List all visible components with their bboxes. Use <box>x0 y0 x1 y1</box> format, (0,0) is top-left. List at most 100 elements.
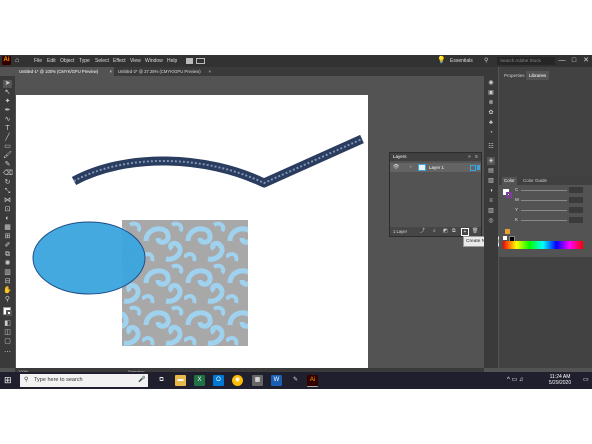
artboards-icon[interactable]: ▤ <box>487 167 495 175</box>
system-tray-icons[interactable]: ^ ▭ ♫ <box>507 375 523 386</box>
taskbar-clock[interactable]: 11:24 AM 5/29/2020 <box>540 374 580 386</box>
tab-properties[interactable]: Properties <box>501 71 528 80</box>
eraser-tool-icon[interactable]: ⌫ <box>3 170 13 178</box>
rotate-tool-icon[interactable]: ↻ <box>3 179 12 187</box>
calculator-icon[interactable]: ▦ <box>252 375 263 386</box>
menu-select[interactable]: Select <box>95 55 109 67</box>
file-explorer-icon[interactable]: ▬ <box>175 375 186 386</box>
menu-object[interactable]: Object <box>60 55 74 67</box>
tab-untitled-2[interactable]: Untitled-2* @ 37.28% (CMYK/GPU Preview) … <box>115 67 213 76</box>
tab-close-icon[interactable]: × <box>209 67 211 76</box>
tab-color[interactable]: Color <box>502 177 517 185</box>
collapse-icon[interactable]: » <box>468 153 471 161</box>
channel-k-slider[interactable] <box>521 220 567 221</box>
libraries-icon[interactable]: ☷ <box>487 143 495 151</box>
notifications-icon[interactable]: ▭ <box>583 375 589 386</box>
tab-color-guide[interactable]: Color Guide <box>523 177 547 185</box>
channel-y-slider[interactable] <box>521 210 567 211</box>
mesh-tool-icon[interactable]: ⊞ <box>3 233 12 241</box>
direct-selection-tool-icon[interactable]: ↖ <box>3 89 12 97</box>
home-icon[interactable]: ⌂ <box>15 57 22 64</box>
workspace-switcher[interactable]: Essentials <box>450 55 473 67</box>
properties-icon[interactable]: ◉ <box>487 79 495 87</box>
layer-row[interactable]: 👁 › Layer 1 <box>390 163 481 172</box>
menu-help[interactable]: Help <box>167 55 177 67</box>
close-window-button[interactable]: ✕ <box>580 55 592 67</box>
type-tool-icon[interactable]: T <box>3 125 12 133</box>
create-new-layer-button[interactable]: + <box>461 228 469 236</box>
channel-c-value[interactable] <box>569 187 583 193</box>
excel-icon[interactable]: X <box>194 375 205 386</box>
gradient-icon[interactable]: ▥ <box>487 207 495 215</box>
artboard-tool-icon[interactable]: ⊟ <box>3 278 12 286</box>
word-icon[interactable]: W <box>271 375 282 386</box>
selection-tool-icon[interactable]: ➤ <box>3 80 12 88</box>
chrome-icon[interactable]: ◉ <box>232 375 243 386</box>
channel-m-value[interactable] <box>569 197 583 203</box>
channel-k-value[interactable] <box>569 217 583 223</box>
screen-mode-icon[interactable]: ▢ <box>3 338 12 346</box>
minimize-button[interactable]: — <box>556 55 568 67</box>
menu-view[interactable]: View <box>130 55 141 67</box>
layers-icon[interactable]: ◈ <box>487 157 495 165</box>
graph-tool-icon[interactable]: ▥ <box>3 269 12 277</box>
curvature-tool-icon[interactable]: ∿ <box>3 116 12 124</box>
artboard[interactable] <box>16 95 368 371</box>
width-tool-icon[interactable]: ⋈ <box>3 197 12 205</box>
asset-export-icon[interactable]: ▧ <box>487 177 495 185</box>
free-transform-icon[interactable]: ⊡ <box>3 206 12 214</box>
perspective-grid-icon[interactable]: ▦ <box>3 224 12 232</box>
blue-ellipse[interactable] <box>32 221 146 295</box>
task-view-icon[interactable]: ⧉ <box>156 375 167 386</box>
tab-libraries[interactable]: Libraries <box>526 71 550 80</box>
menu-window[interactable]: Window <box>145 55 163 67</box>
maximize-button[interactable]: □ <box>568 55 580 67</box>
taskbar-search-input[interactable]: Type here to search <box>20 374 148 387</box>
scale-tool-icon[interactable]: ⤡ <box>3 188 12 196</box>
expand-arrow-icon[interactable]: › <box>410 163 412 172</box>
menu-edit[interactable]: Edit <box>47 55 56 67</box>
image-trace-icon[interactable]: ▣ <box>487 89 495 97</box>
eyedropper-icon[interactable]: ✐ <box>3 242 12 250</box>
menu-file[interactable]: File <box>34 55 42 67</box>
locate-object-icon[interactable]: ⌕ <box>433 227 436 236</box>
more-tools-icon[interactable]: ⋯ <box>3 349 12 357</box>
workspace-layout-icon[interactable] <box>196 58 205 64</box>
paintbrush-icon[interactable]: 🖌 <box>3 152 12 160</box>
illustrator-taskbar-icon[interactable]: Ai <box>307 375 318 387</box>
export-icon[interactable]: ⤴ <box>420 227 425 236</box>
blend-tool-icon[interactable]: ⧉ <box>3 251 12 259</box>
pen-tool-icon[interactable]: ✒ <box>3 107 12 115</box>
channel-c-slider[interactable] <box>521 190 567 191</box>
pencil-tool-icon[interactable]: ✎ <box>3 161 12 169</box>
zoom-tool-icon[interactable]: ⚲ <box>3 296 12 304</box>
white-swatch[interactable] <box>503 236 507 240</box>
visibility-eye-icon[interactable]: 👁 <box>393 163 399 172</box>
panel-menu-icon[interactable]: ≡ <box>475 153 478 161</box>
color-spectrum[interactable] <box>503 241 583 249</box>
lightbulb-icon[interactable]: 💡 <box>437 56 446 66</box>
graphic-styles-icon[interactable]: ◔ <box>487 129 495 137</box>
channel-y-value[interactable] <box>569 207 583 213</box>
stroke-color-swatch[interactable] <box>506 192 512 198</box>
color-mode-icon[interactable]: ◧ <box>3 320 12 328</box>
hand-tool-icon[interactable]: ✋ <box>3 287 12 295</box>
rectangle-tool-icon[interactable]: ▭ <box>3 143 12 151</box>
menu-type[interactable]: Type <box>79 55 90 67</box>
links-icon[interactable]: ⊗ <box>487 99 495 107</box>
line-tool-icon[interactable]: ╱ <box>3 134 12 142</box>
tab-close-icon[interactable]: × <box>110 67 112 76</box>
layer-name[interactable]: Layer 1 <box>429 163 444 172</box>
microphone-icon[interactable]: 🎤 <box>138 374 145 387</box>
new-sublayer-icon[interactable]: ⧉ <box>452 227 456 236</box>
windows-start-icon[interactable]: ⊞ <box>4 376 13 385</box>
stock-search-input[interactable]: Search Adobe Stock <box>497 57 555 65</box>
arrange-documents-icon[interactable] <box>186 58 193 64</box>
stroke-icon[interactable]: ≡ <box>487 197 495 205</box>
transparency-icon[interactable]: ◎ <box>487 217 495 225</box>
drawing-mode-icon[interactable]: ◫ <box>3 329 12 337</box>
color-icon[interactable]: ◑ <box>487 187 495 195</box>
pattern-square[interactable] <box>122 220 248 346</box>
out-of-gamut-swatch[interactable] <box>505 229 510 234</box>
menu-effect[interactable]: Effect <box>113 55 126 67</box>
